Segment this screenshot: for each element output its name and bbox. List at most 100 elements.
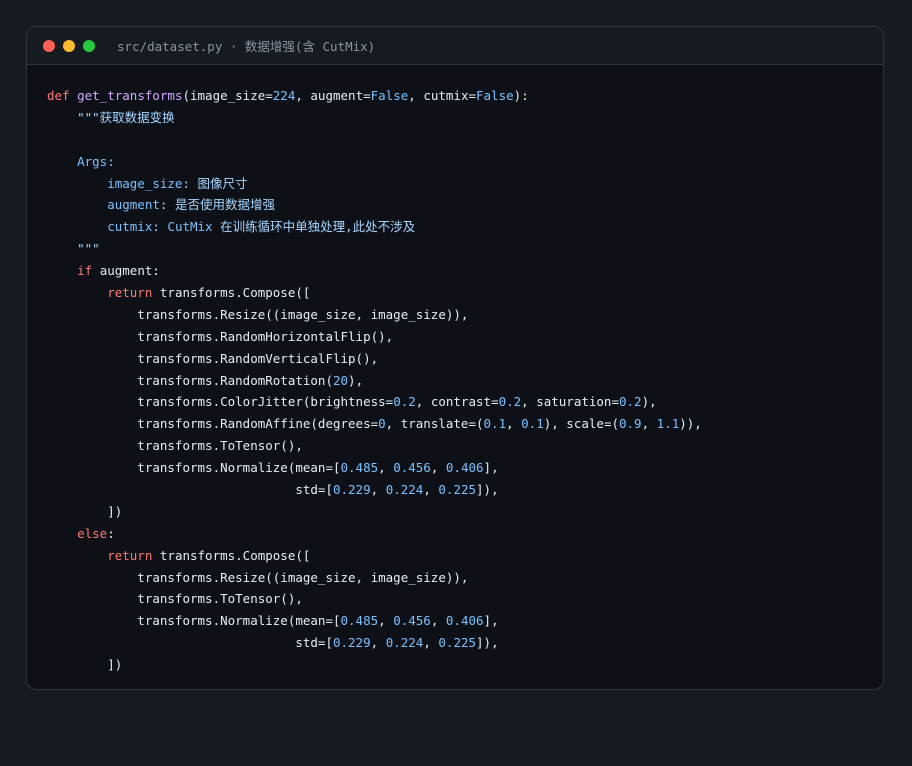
- code-line: transforms.Normalize(mean=[0.485, 0.456,…: [47, 457, 883, 479]
- code-token: 0.456: [393, 613, 431, 629]
- code-token: Args:: [47, 153, 115, 169]
- code-line: transforms.RandomAffine(degrees=0, trans…: [47, 413, 883, 435]
- code-token: ,: [378, 460, 394, 476]
- code-token: transforms.Normalize(mean=[: [47, 460, 341, 476]
- code-token: 0.225: [438, 482, 477, 498]
- code-token: ,: [423, 635, 439, 651]
- code-token: , cutmix=: [408, 88, 476, 103]
- code-token: False: [476, 88, 514, 103]
- code-token: 0.2: [393, 394, 416, 410]
- code-token: 0.2: [618, 394, 642, 410]
- code-line: transforms.Normalize(mean=[0.485, 0.456,…: [47, 610, 883, 632]
- code-token: ],: [483, 613, 499, 629]
- code-token: ,: [641, 416, 657, 432]
- code-token: 0: [378, 416, 386, 432]
- code-token: 20: [332, 372, 349, 388]
- code-token: if: [47, 263, 100, 279]
- code-token: : 图像尺寸: [182, 175, 248, 191]
- code-token: 1.1: [656, 416, 680, 432]
- code-line: if augment:: [47, 260, 883, 282]
- code-token: image_size: [47, 175, 183, 191]
- code-line: transforms.ToTensor(),: [47, 588, 883, 610]
- code-token: ,: [378, 613, 394, 629]
- code-token: 0.9: [619, 416, 642, 432]
- code-token: : 是否使用数据增强: [159, 197, 275, 213]
- code-token: ]): [47, 657, 123, 673]
- code-token: 0.1: [483, 416, 507, 432]
- code-block: def get_transforms(image_size=224, augme…: [27, 65, 883, 676]
- code-token: 0.224: [385, 635, 424, 651]
- code-line: std=[0.229, 0.224, 0.225]),: [47, 479, 883, 501]
- code-token: transforms.RandomRotation(: [47, 372, 333, 388]
- code-token: 224: [272, 88, 296, 103]
- code-token: , saturation=: [521, 394, 619, 410]
- code-line: std=[0.229, 0.224, 0.225]),: [47, 632, 883, 654]
- code-token: ]),: [476, 482, 499, 498]
- code-token: else: [47, 525, 108, 541]
- code-token: transforms.RandomHorizontalFlip(),: [47, 328, 394, 344]
- code-line: Args:: [47, 151, 883, 173]
- code-token: ,: [370, 635, 386, 651]
- code-token: ,: [430, 460, 446, 476]
- code-token: 0.406: [445, 613, 484, 629]
- code-line: cutmix: CutMix 在训练循环中单独处理,此处不涉及: [47, 216, 883, 238]
- code-token: CutMix: [167, 219, 213, 235]
- code-token: 0.2: [498, 394, 522, 410]
- code-line: image_size: 图像尺寸: [47, 173, 883, 195]
- code-token: augment:: [99, 263, 160, 279]
- close-dot-icon[interactable]: [43, 39, 55, 52]
- code-token: """获取数据变换: [47, 109, 175, 125]
- window-titlebar: src/dataset.py · 数据增强(含 CutMix): [27, 27, 883, 65]
- code-token: augment: [47, 197, 160, 213]
- code-token: ),: [348, 372, 364, 388]
- code-window: src/dataset.py · 数据增强(含 CutMix) def get_…: [26, 26, 884, 690]
- code-token: ,: [430, 613, 446, 629]
- code-token: , contrast=: [415, 394, 499, 410]
- code-token: 0.485: [340, 613, 379, 629]
- code-token: cutmix: [47, 219, 153, 235]
- code-token: 0.406: [445, 460, 484, 476]
- code-token: :: [107, 525, 115, 541]
- window-title: src/dataset.py · 数据增强(含 CutMix): [117, 39, 376, 54]
- code-token: get_transforms: [77, 88, 183, 103]
- minimize-dot-icon[interactable]: [63, 39, 75, 52]
- code-token: transforms.ToTensor(),: [47, 591, 303, 607]
- code-token: 0.485: [340, 460, 379, 476]
- code-line: transforms.ColorJitter(brightness=0.2, c…: [47, 391, 883, 413]
- code-token: ,: [506, 416, 522, 432]
- code-token: ]),: [476, 635, 499, 651]
- code-token: transforms.Compose([: [159, 547, 311, 563]
- code-token: std=[: [47, 635, 333, 651]
- code-token: transforms.RandomAffine(degrees=: [47, 416, 379, 432]
- code-line: ]): [47, 654, 883, 676]
- code-token: ), scale=(: [543, 416, 619, 432]
- code-token: 0.225: [438, 635, 477, 651]
- code-token: , augment=: [295, 88, 371, 103]
- code-token: 0.1: [521, 416, 544, 432]
- code-line: transforms.RandomRotation(20),: [47, 370, 883, 392]
- code-token: transforms.Normalize(mean=[: [47, 613, 341, 629]
- code-line: """获取数据变换: [47, 107, 883, 129]
- code-token: transforms.Resize((image_size, image_siz…: [47, 569, 469, 585]
- code-token: transforms.Compose([: [159, 285, 311, 301]
- code-token: transforms.ToTensor(),: [47, 438, 303, 454]
- code-token: )),: [679, 416, 702, 432]
- code-token: transforms.RandomVerticalFlip(),: [47, 350, 379, 366]
- code-line: augment: 是否使用数据增强: [47, 194, 883, 216]
- code-token: 0.229: [332, 482, 371, 498]
- code-line: """: [47, 238, 883, 260]
- code-token: transforms.ColorJitter(brightness=: [47, 394, 394, 410]
- code-token: def: [47, 88, 78, 103]
- code-token: False: [370, 88, 409, 103]
- maximize-dot-icon[interactable]: [83, 39, 95, 52]
- code-line: transforms.Resize((image_size, image_siz…: [47, 567, 883, 589]
- code-token: std=[: [47, 482, 333, 498]
- code-token: transforms.Resize((image_size, image_siz…: [47, 306, 469, 322]
- code-token: 在训练循环中单独处理,此处不涉及: [212, 219, 416, 235]
- code-line: return transforms.Compose([: [47, 545, 883, 567]
- code-token: (image_size=: [182, 88, 273, 103]
- code-line: transforms.RandomVerticalFlip(),: [47, 348, 883, 370]
- code-token: ],: [483, 460, 499, 476]
- code-token: """: [47, 241, 100, 257]
